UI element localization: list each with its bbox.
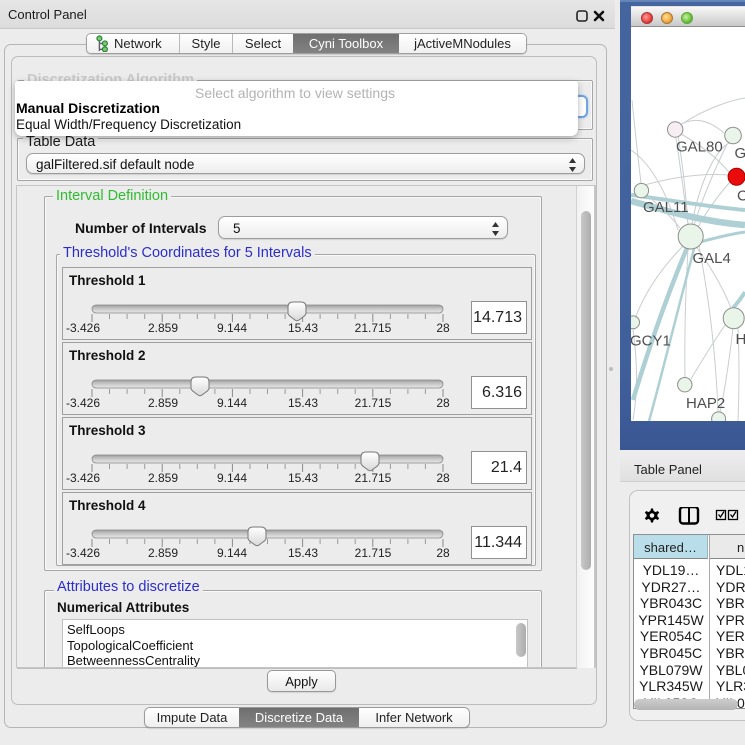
svg-text:GA: GA: [735, 145, 745, 162]
svg-text:HAP2: HAP2: [686, 395, 725, 412]
svg-text:GAL4: GAL4: [693, 250, 731, 267]
svg-text:CY: CY: [737, 188, 745, 205]
svg-text:HA: HA: [736, 331, 745, 348]
svg-text:GAL11: GAL11: [643, 199, 689, 216]
svg-text:GAL80: GAL80: [676, 139, 723, 156]
svg-text:GCY1: GCY1: [631, 333, 671, 350]
